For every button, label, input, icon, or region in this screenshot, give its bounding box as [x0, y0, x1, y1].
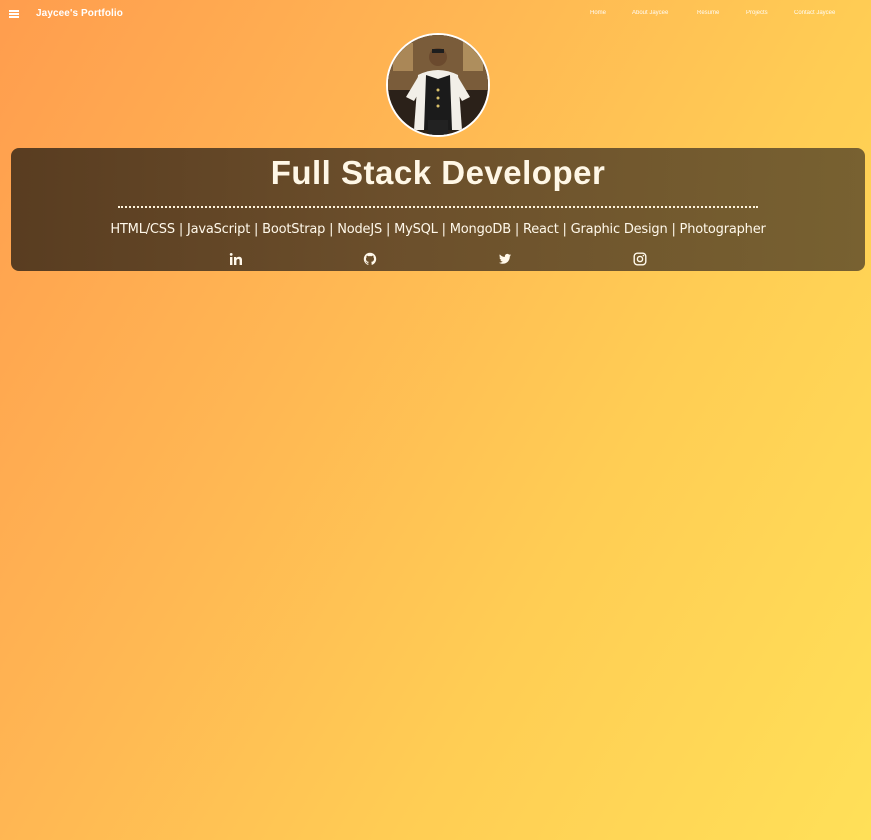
nav-contact[interactable]: Contact Jaycee — [794, 10, 835, 16]
nav-about[interactable]: About Jaycee — [632, 10, 668, 16]
profile-photo — [386, 33, 490, 137]
top-navbar: Jaycee's Portfolio Home About Jaycee Res… — [0, 0, 871, 28]
nav-resume[interactable]: Resume — [697, 10, 719, 16]
nav-links: Home About Jaycee Resume Projects Contac… — [0, 10, 871, 22]
instagram-icon[interactable] — [633, 252, 647, 266]
linkedin-icon[interactable] — [229, 252, 243, 266]
dotted-divider — [118, 206, 758, 208]
skills-list: HTML/CSS | JavaScript | BootStrap | Node… — [110, 222, 766, 237]
hero-title: Full Stack Developer — [270, 154, 606, 191]
nav-home[interactable]: Home — [590, 10, 606, 16]
nav-projects[interactable]: Projects — [746, 10, 768, 16]
twitter-icon[interactable] — [498, 252, 512, 266]
github-icon[interactable] — [363, 252, 377, 266]
hero-banner: Full Stack Developer HTML/CSS | JavaScri… — [11, 148, 865, 271]
